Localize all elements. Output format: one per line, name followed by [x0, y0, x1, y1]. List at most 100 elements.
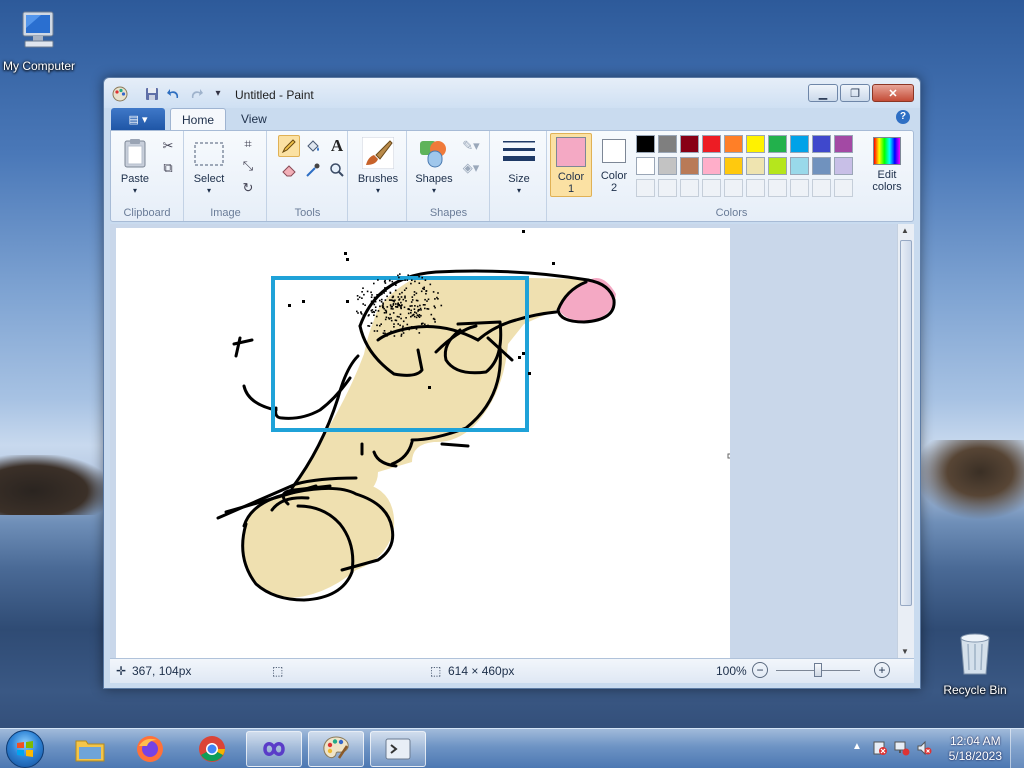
- spray-dot: [418, 314, 421, 316]
- palette-color-swatch[interactable]: [746, 135, 765, 153]
- color-picker-icon[interactable]: [302, 159, 324, 181]
- palette-custom-slot[interactable]: [702, 179, 721, 197]
- taskbar-chrome[interactable]: [184, 731, 240, 767]
- palette-custom-slot[interactable]: [680, 179, 699, 197]
- spray-dot: [390, 299, 393, 301]
- palette-color-swatch[interactable]: [812, 157, 831, 175]
- title-bar[interactable]: ▾ Untitled - Paint ▁ ❐ ✕: [104, 78, 920, 108]
- palette-color-swatch[interactable]: [636, 135, 655, 153]
- desktop-icon-my-computer[interactable]: My Computer: [0, 10, 82, 73]
- paint-app-icon[interactable]: [112, 86, 128, 102]
- help-icon[interactable]: ?: [896, 110, 910, 124]
- palette-custom-slot[interactable]: [636, 179, 655, 197]
- paste-button[interactable]: Paste ▾: [117, 137, 153, 197]
- taskbar-file-explorer[interactable]: [62, 731, 118, 767]
- spray-dot: [393, 323, 395, 325]
- redo-icon[interactable]: [188, 86, 204, 102]
- magnifier-icon[interactable]: [326, 159, 348, 181]
- rotate-icon[interactable]: ↻: [237, 177, 259, 199]
- palette-custom-slot[interactable]: [834, 179, 853, 197]
- close-button[interactable]: ✕: [872, 84, 914, 102]
- undo-icon[interactable]: [166, 86, 182, 102]
- palette-color-swatch[interactable]: [658, 135, 677, 153]
- spray-dot: [374, 300, 377, 303]
- clock[interactable]: 12:04 AM 5/18/2023: [949, 734, 1002, 764]
- taskbar-visual-studio[interactable]: [246, 731, 302, 767]
- fill-icon[interactable]: ◈▾: [460, 157, 482, 179]
- file-menu-button[interactable]: ▤ ▾: [111, 108, 165, 130]
- palette-color-swatch[interactable]: [702, 157, 721, 175]
- palette-color-swatch[interactable]: [680, 135, 699, 153]
- desktop-icon-recycle-bin[interactable]: Recycle Bin: [932, 630, 1018, 697]
- scroll-thumb[interactable]: [900, 240, 912, 606]
- palette-color-swatch[interactable]: [680, 157, 699, 175]
- spray-dot: [424, 307, 426, 310]
- taskbar-paint[interactable]: [308, 731, 364, 767]
- spray-dot: [376, 315, 378, 318]
- zoom-level: 100%: [716, 664, 747, 678]
- copy-icon[interactable]: ⧉: [157, 157, 179, 179]
- customize-qat-icon[interactable]: ▾: [210, 86, 226, 102]
- pencil-icon[interactable]: [278, 135, 300, 157]
- palette-color-swatch[interactable]: [768, 157, 787, 175]
- drawing-canvas[interactable]: [116, 228, 733, 658]
- minimize-button[interactable]: ▁: [808, 84, 838, 102]
- taskbar-firefox[interactable]: [122, 731, 178, 767]
- palette-color-swatch[interactable]: [636, 157, 655, 175]
- taskbar-terminal[interactable]: [370, 731, 426, 767]
- palette-color-swatch[interactable]: [790, 157, 809, 175]
- spray-dot: [397, 274, 399, 277]
- show-desktop-button[interactable]: [1010, 729, 1024, 768]
- spray-dot: [417, 308, 420, 311]
- color1-button[interactable]: Color 1: [550, 133, 592, 197]
- select-button[interactable]: Select ▾: [191, 137, 227, 197]
- zoom-in-button[interactable]: +: [874, 662, 890, 678]
- palette-custom-slot[interactable]: [658, 179, 677, 197]
- crop-icon[interactable]: ⌗: [237, 133, 259, 155]
- palette-color-swatch[interactable]: [702, 135, 721, 153]
- zoom-out-button[interactable]: −: [752, 662, 768, 678]
- start-button[interactable]: [6, 730, 44, 768]
- resize-icon[interactable]: ⤡: [237, 155, 259, 177]
- spray-dot: [394, 319, 397, 321]
- palette-custom-slot[interactable]: [790, 179, 809, 197]
- shapes-button[interactable]: Shapes ▾: [412, 137, 456, 197]
- color2-button[interactable]: Color 2: [594, 133, 634, 194]
- spray-dot: [358, 296, 361, 299]
- brushes-button[interactable]: Brushes ▾: [354, 136, 402, 197]
- edit-colors-button[interactable]: Edit colors: [864, 137, 910, 193]
- scroll-down-arrow-icon[interactable]: ▼: [901, 647, 909, 656]
- network-icon[interactable]: [894, 740, 910, 759]
- palette-custom-slot[interactable]: [746, 179, 765, 197]
- tab-home[interactable]: Home: [170, 108, 227, 131]
- palette-color-swatch[interactable]: [724, 157, 743, 175]
- save-icon[interactable]: [144, 86, 160, 102]
- palette-color-swatch[interactable]: [658, 157, 677, 175]
- palette-color-swatch[interactable]: [746, 157, 765, 175]
- tab-view[interactable]: View: [230, 108, 278, 131]
- canvas-resize-handle[interactable]: [727, 453, 733, 459]
- palette-color-swatch[interactable]: [834, 135, 853, 153]
- palette-color-swatch[interactable]: [768, 135, 787, 153]
- scroll-up-arrow-icon[interactable]: ▲: [901, 226, 909, 235]
- size-button[interactable]: Size ▾: [499, 137, 539, 197]
- palette-color-swatch[interactable]: [724, 135, 743, 153]
- fill-bucket-icon[interactable]: [302, 135, 324, 157]
- maximize-button[interactable]: ❐: [840, 84, 870, 102]
- palette-color-swatch[interactable]: [790, 135, 809, 153]
- palette-color-swatch[interactable]: [812, 135, 831, 153]
- palette-custom-slot[interactable]: [724, 179, 743, 197]
- palette-custom-slot[interactable]: [768, 179, 787, 197]
- action-center-icon[interactable]: [872, 740, 888, 759]
- volume-muted-icon[interactable]: [916, 740, 932, 759]
- outline-icon[interactable]: ✎▾: [460, 135, 482, 157]
- spray-dot: [418, 275, 420, 278]
- vertical-scrollbar[interactable]: ▲ ▼: [897, 224, 914, 658]
- tray-expand-icon[interactable]: ▲: [852, 741, 862, 752]
- palette-custom-slot[interactable]: [812, 179, 831, 197]
- text-tool-icon[interactable]: A: [326, 135, 348, 157]
- zoom-slider-thumb[interactable]: [814, 663, 822, 677]
- palette-color-swatch[interactable]: [834, 157, 853, 175]
- cut-icon[interactable]: ✂: [157, 135, 179, 157]
- eraser-icon[interactable]: [278, 159, 300, 181]
